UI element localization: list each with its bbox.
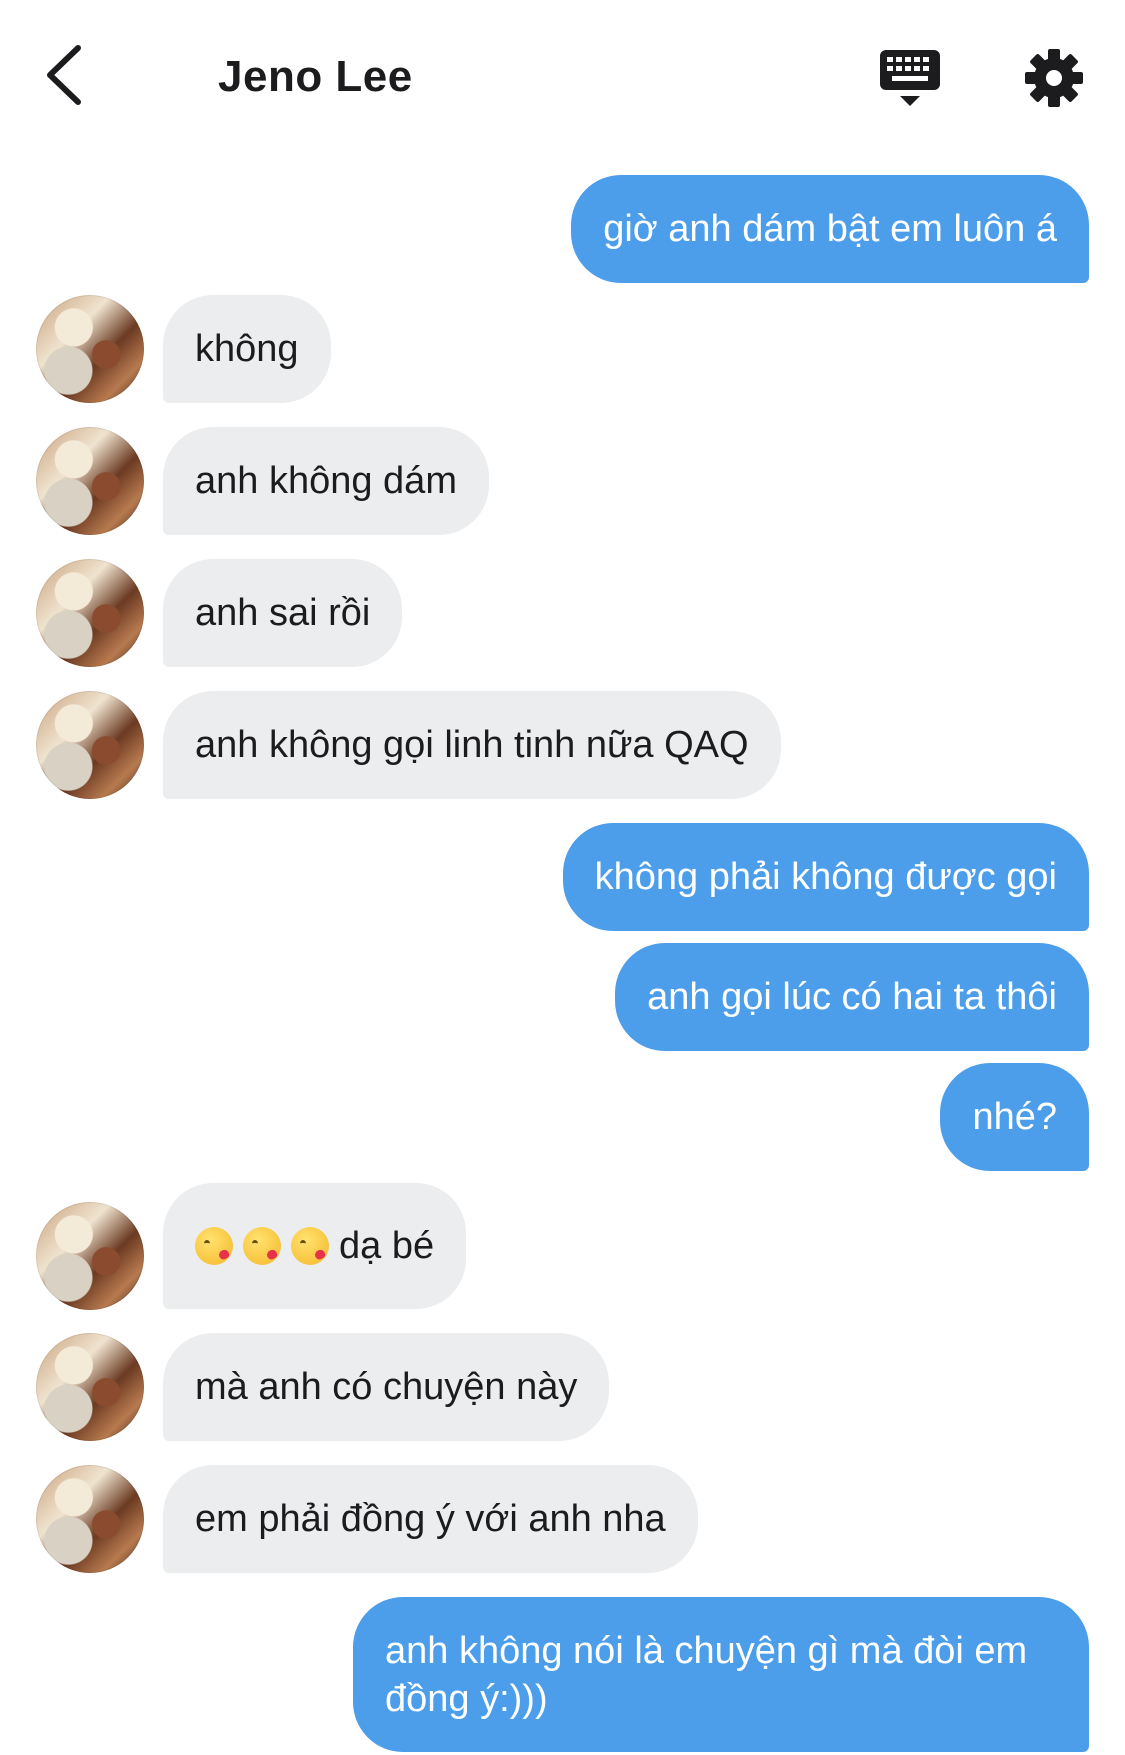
received-message[interactable]: anh không dám (163, 427, 489, 535)
received-message[interactable]: dạ bé (163, 1183, 467, 1309)
settings-button[interactable] (1024, 48, 1084, 108)
message-text: mà anh có chuyện này (195, 1366, 578, 1408)
message-text: em phải đồng ý với anh nha (195, 1498, 666, 1540)
gear-icon (1025, 49, 1083, 107)
contact-avatar[interactable] (36, 1202, 144, 1310)
contact-avatar[interactable] (36, 427, 144, 535)
message-text: không (195, 328, 299, 370)
sent-message[interactable]: giờ anh dám bật em luôn á (571, 175, 1089, 283)
keyboard-button[interactable] (878, 48, 942, 112)
chevron-left-icon (47, 45, 81, 105)
received-message[interactable]: anh sai rồi (163, 559, 403, 667)
message-text: anh không nói là chuyện gì mà đòi em đồn… (385, 1629, 1028, 1720)
sent-message[interactable]: anh không nói là chuyện gì mà đòi em đồn… (353, 1597, 1089, 1752)
contact-avatar[interactable] (36, 559, 144, 667)
message-text: nhé? (972, 1096, 1057, 1138)
kissing-face-icon (291, 1227, 329, 1265)
contact-name[interactable]: Jeno Lee (218, 52, 413, 102)
received-message[interactable]: không (163, 295, 331, 403)
message-text: anh sai rồi (195, 592, 371, 634)
message-text: không phải không được gọi (594, 856, 1057, 898)
contact-avatar[interactable] (36, 1465, 144, 1573)
contact-avatar[interactable] (36, 295, 144, 403)
kissing-face-emojis (195, 1227, 339, 1265)
keyboard-icon (880, 50, 940, 106)
message-text: anh không dám (195, 460, 457, 502)
sent-message[interactable]: anh gọi lúc có hai ta thôi (615, 943, 1089, 1051)
sent-message[interactable]: nhé? (940, 1063, 1089, 1171)
contact-avatar[interactable] (36, 1333, 144, 1441)
back-button[interactable] (40, 40, 90, 110)
sent-message[interactable]: không phải không được gọi (562, 823, 1089, 931)
message-text: giờ anh dám bật em luôn á (603, 208, 1057, 250)
received-message[interactable]: anh không gọi linh tinh nữa QAQ (163, 691, 781, 799)
message-text: anh không gọi linh tinh nữa QAQ (195, 724, 749, 766)
message-text: anh gọi lúc có hai ta thôi (647, 976, 1057, 1018)
received-message[interactable]: mà anh có chuyện này (163, 1333, 610, 1441)
message-text: dạ bé (339, 1225, 435, 1267)
chat-header: Jeno Lee (0, 0, 1125, 150)
received-message[interactable]: em phải đồng ý với anh nha (163, 1465, 698, 1573)
kissing-face-icon (243, 1227, 281, 1265)
contact-avatar[interactable] (36, 691, 144, 799)
kissing-face-icon (195, 1227, 233, 1265)
